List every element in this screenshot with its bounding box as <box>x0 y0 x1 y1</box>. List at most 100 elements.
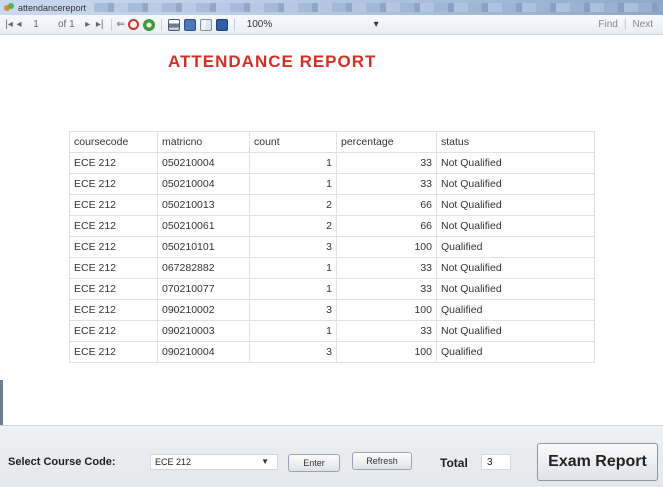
course-code-select[interactable]: ECE 212 ▼ <box>150 454 278 470</box>
percentage-cell: 66 <box>336 194 437 216</box>
coursecode-cell: ECE 212 <box>69 257 158 279</box>
find-next-divider: | <box>623 19 627 30</box>
count-cell: 1 <box>249 173 337 195</box>
matricno-cell: 067282882 <box>157 257 250 279</box>
print-icon[interactable] <box>167 18 180 31</box>
window-title: attendancereport <box>18 2 87 13</box>
column-header: matricno <box>157 131 250 153</box>
count-cell: 3 <box>249 299 337 321</box>
status-cell: Not Qualified <box>436 278 595 300</box>
count-cell: 2 <box>249 215 337 237</box>
table-row: ECE 212 050210013 2 66 Not Qualified <box>69 194 595 216</box>
toolbar-separator <box>233 18 235 31</box>
matricno-cell: 090210002 <box>157 299 250 321</box>
percentage-cell: 33 <box>336 257 437 279</box>
status-cell: Qualified <box>436 236 595 258</box>
toolbar-separator <box>160 18 162 31</box>
table-header-row: coursecode matricno count percentage sta… <box>69 131 595 153</box>
percentage-cell: 66 <box>336 215 437 237</box>
column-header: count <box>249 131 337 153</box>
count-cell: 1 <box>249 257 337 279</box>
status-cell: Not Qualified <box>436 215 595 237</box>
status-cell: Qualified <box>436 341 595 363</box>
matricno-cell: 070210077 <box>157 278 250 300</box>
total-label: Total <box>440 456 468 470</box>
print-layout-icon[interactable] <box>183 18 196 31</box>
find-next-link[interactable]: Next <box>632 19 653 30</box>
status-cell: Not Qualified <box>436 257 595 279</box>
zoom-value: 100% <box>246 19 273 30</box>
percentage-cell: 33 <box>336 278 437 300</box>
page-number-input[interactable]: 1 <box>24 18 44 32</box>
matricno-cell: 050210004 <box>157 152 250 174</box>
coursecode-cell: ECE 212 <box>69 278 158 300</box>
status-cell: Not Qualified <box>436 194 595 216</box>
percentage-cell: 100 <box>336 341 437 363</box>
matricno-cell: 050210013 <box>157 194 250 216</box>
coursecode-cell: ECE 212 <box>69 173 158 195</box>
count-cell: 1 <box>249 278 337 300</box>
percentage-cell: 100 <box>336 236 437 258</box>
coursecode-cell: ECE 212 <box>69 320 158 342</box>
status-cell: Not Qualified <box>436 320 595 342</box>
find-link[interactable]: Find <box>598 19 617 30</box>
table-row: ECE 212 050210004 1 33 Not Qualified <box>69 173 595 195</box>
table-row: ECE 212 067282882 1 33 Not Qualified <box>69 257 595 279</box>
percentage-cell: 100 <box>336 299 437 321</box>
table-row: ECE 212 090210002 3 100 Qualified <box>69 299 595 321</box>
next-page-icon[interactable]: ▸ <box>83 18 93 32</box>
zoom-select[interactable]: 100% ▾ <box>243 18 383 32</box>
refresh-button[interactable]: Refresh <box>352 452 412 470</box>
total-field[interactable]: 3 <box>481 454 511 470</box>
status-cell: Qualified <box>436 299 595 321</box>
enter-button[interactable]: Enter <box>288 454 340 472</box>
column-header: status <box>436 131 595 153</box>
matricno-cell: 090210003 <box>157 320 250 342</box>
page-count: of 1 <box>58 19 75 30</box>
app-icon <box>4 2 14 13</box>
matricno-cell: 050210101 <box>157 236 250 258</box>
report-title: ATTENDANCE REPORT <box>168 52 377 71</box>
prev-page-icon[interactable]: ◂ <box>14 18 24 32</box>
table-row: ECE 212 050210061 2 66 Not Qualified <box>69 215 595 237</box>
count-cell: 1 <box>249 320 337 342</box>
table-row: ECE 212 070210077 1 33 Not Qualified <box>69 278 595 300</box>
refresh-icon[interactable] <box>142 18 155 31</box>
matricno-cell: 050210004 <box>157 173 250 195</box>
toolbar-separator <box>110 18 112 31</box>
exam-report-button[interactable]: Exam Report <box>537 443 658 481</box>
table-row: ECE 212 090210003 1 33 Not Qualified <box>69 320 595 342</box>
course-code-value: ECE 212 <box>155 457 192 467</box>
attendance-table: coursecode matricno count percentage sta… <box>69 131 595 363</box>
course-code-label: Select Course Code: <box>8 456 116 468</box>
bottom-panel: Select Course Code: ECE 212 ▼ Enter Refr… <box>0 425 663 487</box>
matricno-cell: 090210004 <box>157 341 250 363</box>
last-page-icon[interactable]: ▸| <box>93 18 107 32</box>
status-cell: Not Qualified <box>436 152 595 174</box>
matricno-cell: 050210061 <box>157 215 250 237</box>
column-header: coursecode <box>69 131 158 153</box>
percentage-cell: 33 <box>336 320 437 342</box>
coursecode-cell: ECE 212 <box>69 299 158 321</box>
stop-icon[interactable] <box>127 19 139 30</box>
report-toolbar: |◂ ◂ 1 of 1 ▸ ▸| ⇐ 100% ▾ Find | Next <box>0 15 663 35</box>
export-icon[interactable] <box>215 18 228 31</box>
chevron-down-icon: ▾ <box>373 19 379 30</box>
count-cell: 2 <box>249 194 337 216</box>
count-cell: 3 <box>249 236 337 258</box>
first-page-icon[interactable]: |◂ <box>4 18 14 32</box>
table-row: ECE 212 050210101 3 100 Qualified <box>69 236 595 258</box>
page-setup-icon[interactable] <box>199 18 212 31</box>
coursecode-cell: ECE 212 <box>69 215 158 237</box>
window-edge <box>0 380 3 430</box>
percentage-cell: 33 <box>336 152 437 174</box>
status-cell: Not Qualified <box>436 173 595 195</box>
back-icon[interactable]: ⇐ <box>116 18 126 32</box>
percentage-cell: 33 <box>336 173 437 195</box>
coursecode-cell: ECE 212 <box>69 152 158 174</box>
column-header: percentage <box>336 131 437 153</box>
table-row: ECE 212 090210004 3 100 Qualified <box>69 341 595 363</box>
title-bar-path <box>94 3 657 12</box>
title-bar: attendancereport <box>0 0 663 15</box>
chevron-down-icon[interactable]: ▼ <box>261 457 269 466</box>
